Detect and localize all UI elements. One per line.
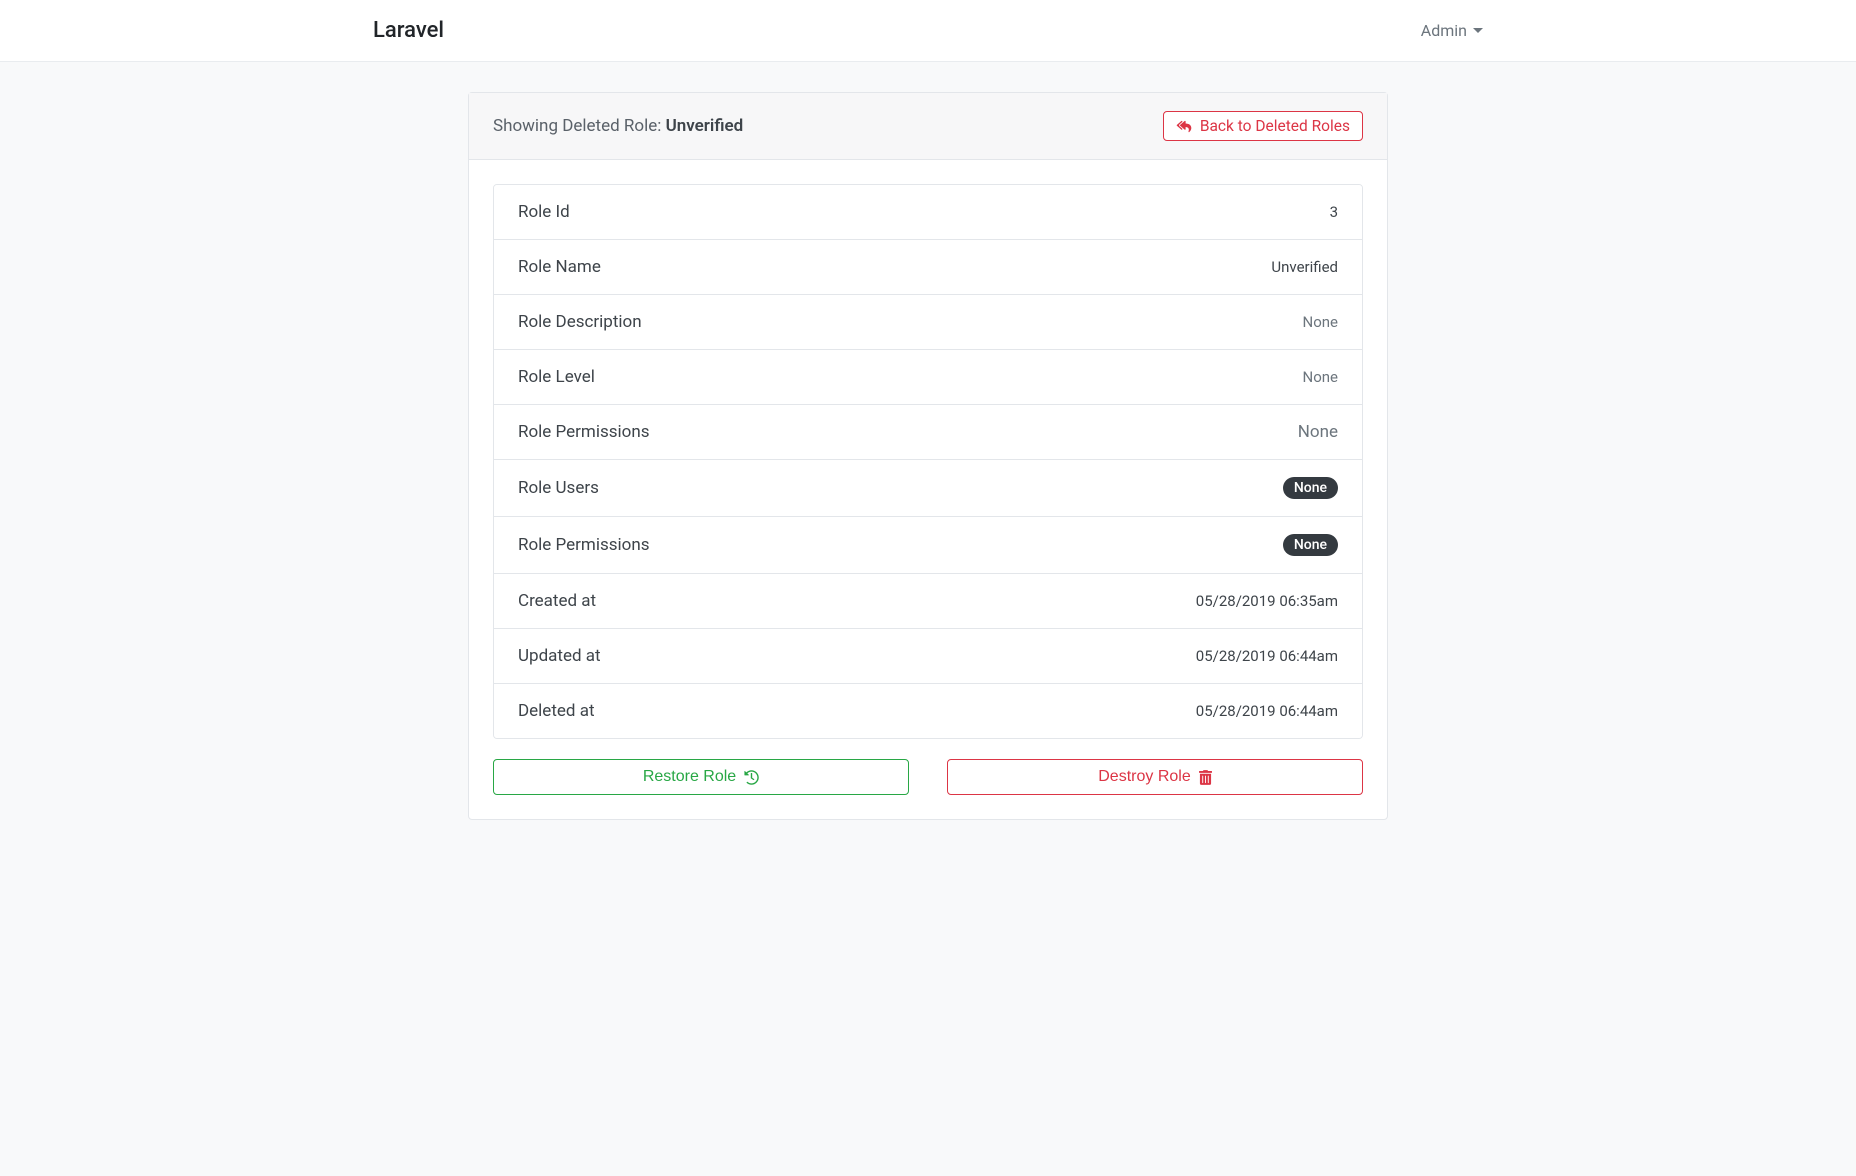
navbar: Laravel Admin [0,0,1856,62]
row-label: Created at [518,591,596,611]
row-value: 05/28/2019 06:44am [1196,647,1338,665]
role-detail-list: Role Id 3 Role Name Unverified Role Desc… [493,184,1363,739]
user-menu-dropdown[interactable]: Admin [1421,21,1483,40]
row-value-badge: None [1283,534,1338,556]
reply-all-icon [1176,120,1192,133]
row-label: Role Id [518,202,570,222]
main-content: Showing Deleted Role: Unverified Back to… [0,62,1856,860]
row-role-name: Role Name Unverified [494,240,1362,295]
row-role-level: Role Level None [494,350,1362,405]
back-to-deleted-roles-button[interactable]: Back to Deleted Roles [1163,111,1363,141]
row-label: Role Permissions [518,422,650,442]
restore-role-button[interactable]: Restore Role [493,759,909,795]
restore-button-label: Restore Role [643,768,736,786]
row-role-id: Role Id 3 [494,185,1362,240]
row-role-permissions-2: Role Permissions None [494,517,1362,574]
row-value: Unverified [1271,258,1338,276]
row-value: None [1303,368,1339,386]
card-body: Role Id 3 Role Name Unverified Role Desc… [469,160,1387,819]
row-created-at: Created at 05/28/2019 06:35am [494,574,1362,629]
destroy-button-label: Destroy Role [1098,768,1190,786]
brand-link[interactable]: Laravel [373,18,444,43]
row-role-description: Role Description None [494,295,1362,350]
card-title-role-name: Unverified [666,116,744,136]
row-label: Role Permissions [518,535,650,555]
destroy-role-button[interactable]: Destroy Role [947,759,1363,795]
row-label: Role Description [518,312,642,332]
back-button-label: Back to Deleted Roles [1200,117,1350,135]
user-label: Admin [1421,21,1467,40]
row-role-permissions: Role Permissions None [494,405,1362,460]
row-label: Role Name [518,257,601,277]
row-label: Role Users [518,478,599,498]
row-label: Deleted at [518,701,595,721]
trash-icon [1199,770,1212,785]
history-icon [744,770,759,785]
action-row: Restore Role Destroy Role [493,759,1363,795]
row-label: Updated at [518,646,601,666]
chevron-down-icon [1473,28,1483,33]
card-title-prefix: Showing Deleted Role: [493,116,666,136]
row-value: 05/28/2019 06:35am [1196,592,1338,610]
row-label: Role Level [518,367,595,387]
row-deleted-at: Deleted at 05/28/2019 06:44am [494,684,1362,738]
row-value: None [1303,313,1339,331]
card-header: Showing Deleted Role: Unverified Back to… [469,93,1387,160]
row-value: 3 [1330,203,1338,221]
row-updated-at: Updated at 05/28/2019 06:44am [494,629,1362,684]
row-value: None [1298,422,1338,442]
row-role-users: Role Users None [494,460,1362,517]
row-value: 05/28/2019 06:44am [1196,702,1338,720]
row-value-badge: None [1283,477,1338,499]
role-card: Showing Deleted Role: Unverified Back to… [468,92,1388,820]
card-title: Showing Deleted Role: Unverified [493,116,743,136]
